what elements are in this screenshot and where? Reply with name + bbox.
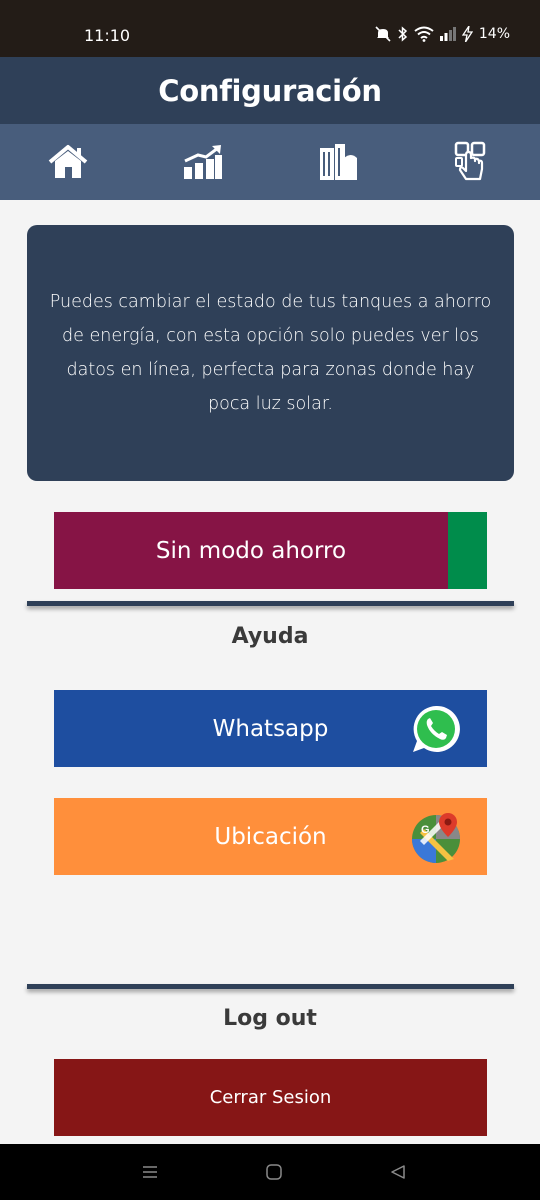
nav-item-touch[interactable] bbox=[448, 138, 496, 186]
back-icon bbox=[391, 1165, 405, 1179]
app-header: Configuración bbox=[0, 57, 540, 124]
back-button[interactable] bbox=[386, 1160, 410, 1184]
divider-logout bbox=[27, 984, 514, 989]
wifi-icon bbox=[414, 26, 434, 42]
nav-item-home[interactable] bbox=[44, 138, 92, 186]
maps-icon: G bbox=[412, 813, 460, 863]
mute-icon bbox=[375, 26, 391, 42]
whatsapp-button[interactable]: Whatsapp bbox=[54, 690, 487, 767]
location-button[interactable]: Ubicación G bbox=[54, 798, 487, 875]
chart-icon bbox=[184, 145, 222, 179]
status-icons bbox=[374, 26, 473, 42]
status-time: 11:10 bbox=[84, 26, 131, 45]
logout-button[interactable]: Cerrar Sesion bbox=[54, 1059, 487, 1136]
info-text: Puedes cambiar el estado de tus tanques … bbox=[49, 292, 492, 414]
logout-heading: Log out bbox=[223, 1006, 317, 1031]
touch-icon bbox=[454, 141, 486, 181]
tanks-icon bbox=[320, 144, 357, 180]
home-button[interactable] bbox=[262, 1160, 286, 1184]
home-square-icon bbox=[266, 1164, 282, 1180]
home-icon bbox=[48, 145, 88, 178]
energy-mode-button[interactable]: Sin modo ahorro bbox=[54, 512, 487, 589]
recent-apps-icon bbox=[143, 1166, 157, 1178]
energy-mode-toggle[interactable] bbox=[448, 512, 487, 589]
bluetooth-icon bbox=[398, 26, 407, 42]
svg-text:G: G bbox=[421, 824, 430, 836]
signal-icon bbox=[439, 27, 456, 41]
help-heading: Ayuda bbox=[231, 624, 309, 649]
nav-bar bbox=[0, 124, 540, 200]
nav-item-chart[interactable] bbox=[179, 138, 227, 186]
energy-mode-label: Sin modo ahorro bbox=[155, 537, 347, 564]
divider-help bbox=[27, 601, 514, 606]
status-right: 14% bbox=[374, 26, 510, 42]
status-bar: 11:10 14% bbox=[0, 0, 540, 57]
info-card: Puedes cambiar el estado de tus tanques … bbox=[27, 225, 514, 481]
system-nav-bar bbox=[0, 1144, 540, 1200]
charging-icon bbox=[461, 26, 473, 42]
recent-apps-button[interactable] bbox=[138, 1160, 162, 1184]
battery-percent: 14% bbox=[478, 26, 510, 42]
whatsapp-icon bbox=[413, 705, 460, 752]
nav-item-tanks[interactable] bbox=[314, 138, 362, 186]
page-title: Configuración bbox=[158, 73, 382, 108]
